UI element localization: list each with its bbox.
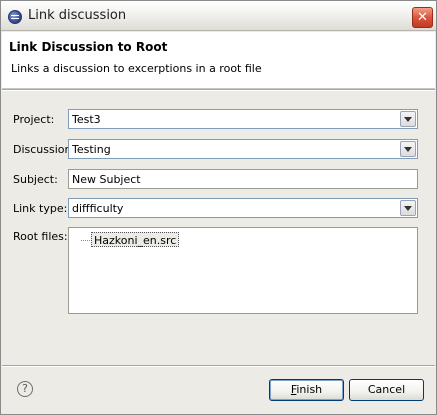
link-type-value: diffficulty xyxy=(72,202,124,215)
discussion-label: Discussion xyxy=(13,143,72,156)
footer-divider xyxy=(2,365,435,367)
dialog-window: Link discussion ✕ Link Discussion to Roo… xyxy=(0,0,437,415)
chevron-down-icon[interactable] xyxy=(400,111,416,127)
discussion-value: Testing xyxy=(72,143,111,156)
page-title: Link Discussion to Root xyxy=(9,40,168,54)
dialog-header: Link Discussion to Root Links a discussi… xyxy=(2,32,435,89)
subject-field[interactable] xyxy=(69,170,417,188)
project-combo[interactable]: Test3 xyxy=(68,109,418,129)
project-label: Project: xyxy=(13,113,55,126)
page-description: Links a discussion to excerptions in a r… xyxy=(11,62,262,75)
subject-field-wrapper xyxy=(68,169,418,189)
header-divider xyxy=(2,89,435,91)
finish-label: inish xyxy=(296,383,323,396)
discussion-combo[interactable]: Testing xyxy=(68,139,418,159)
root-files-label: Root files: xyxy=(13,230,68,243)
chevron-down-icon[interactable] xyxy=(400,141,416,157)
link-type-combo[interactable]: diffficulty xyxy=(68,198,418,218)
subject-label: Subject: xyxy=(13,173,58,186)
help-icon[interactable]: ? xyxy=(17,381,33,397)
link-type-label: Link type: xyxy=(13,202,68,215)
project-value: Test3 xyxy=(72,113,101,126)
root-files-tree[interactable]: Hazkoni_en.src xyxy=(68,227,418,314)
tree-item-root-file[interactable]: Hazkoni_en.src xyxy=(91,232,180,247)
eclipse-icon xyxy=(8,10,22,24)
chevron-down-icon[interactable] xyxy=(400,200,416,216)
cancel-button[interactable]: Cancel xyxy=(349,379,424,401)
close-icon: ✕ xyxy=(417,10,428,25)
title-bar[interactable]: Link discussion ✕ xyxy=(1,1,436,31)
close-button[interactable]: ✕ xyxy=(412,7,433,28)
finish-button[interactable]: Finish xyxy=(269,379,344,401)
tree-connector xyxy=(81,240,90,241)
window-title: Link discussion xyxy=(28,8,127,23)
